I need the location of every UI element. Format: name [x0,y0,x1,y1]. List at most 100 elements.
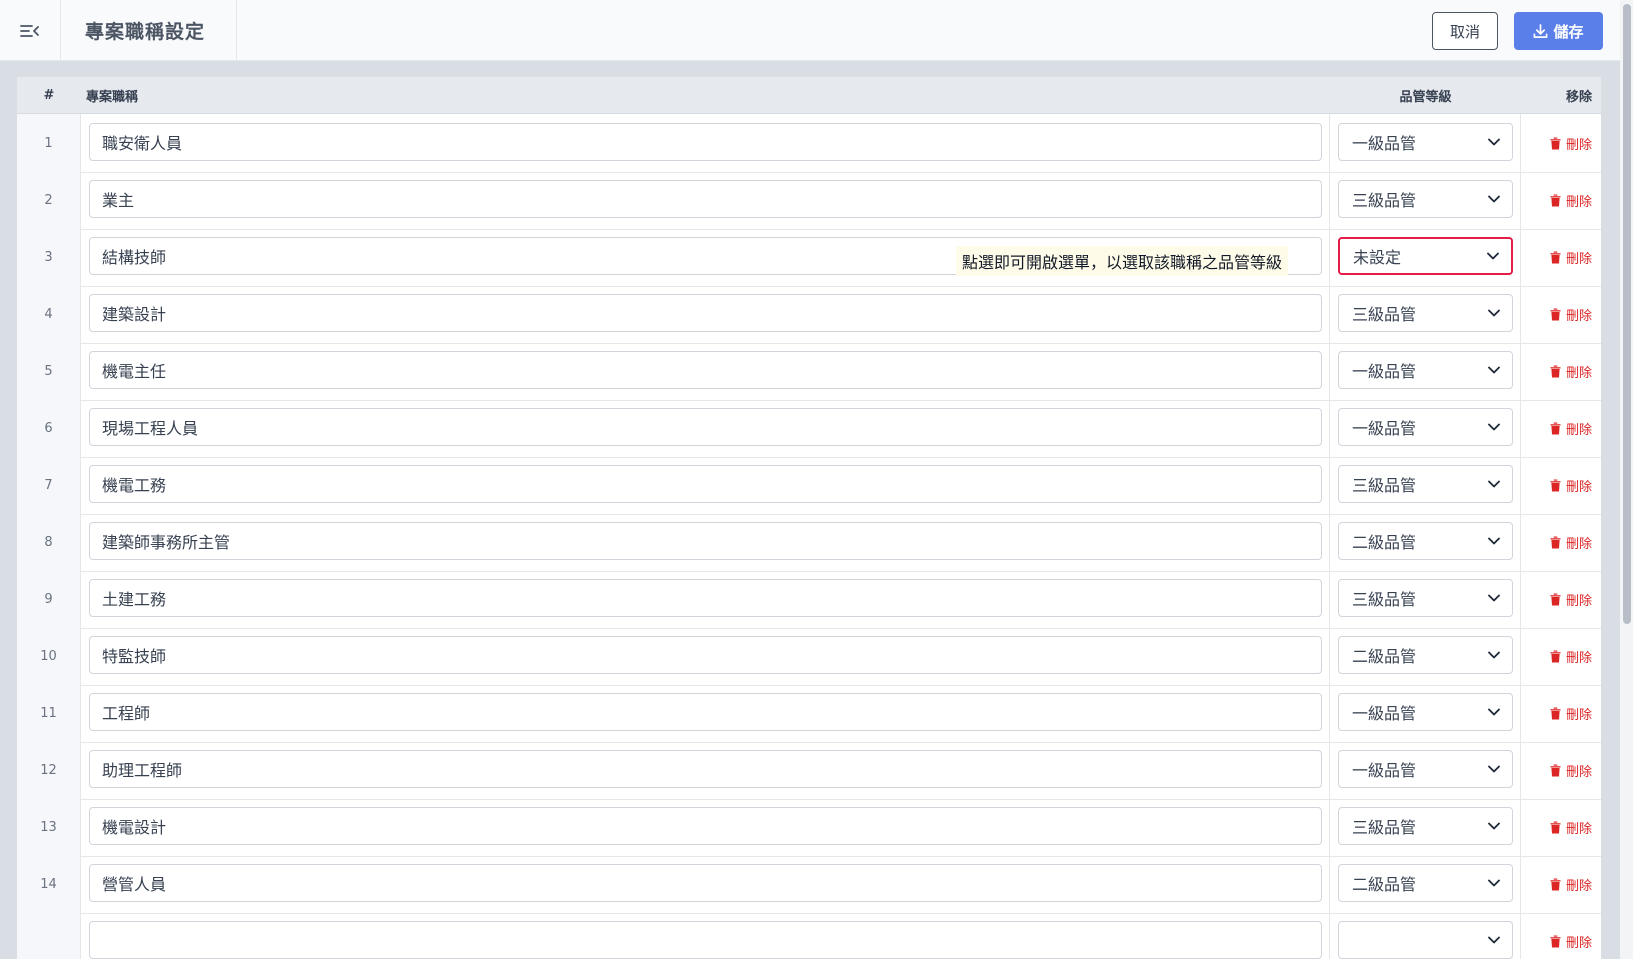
delete-button[interactable]: 刪除 [1521,741,1601,800]
top-bar: 專案職稱設定 取消 儲存 [0,0,1620,61]
table-row: 14 二級品管 刪除 [17,855,1601,914]
qc-level-select[interactable]: 二級品管 [1338,864,1513,902]
delete-label: 刪除 [1565,879,1592,894]
qc-level-value: 三級品管 [1352,818,1417,837]
job-title-input[interactable] [89,864,1322,902]
delete-label: 刪除 [1565,195,1592,210]
page-scrollbar[interactable] [1620,0,1633,959]
row-number: 7 [17,456,81,515]
job-title-input[interactable] [89,351,1322,389]
delete-button[interactable]: 刪除 [1521,627,1601,686]
delete-button[interactable]: 刪除 [1521,513,1601,572]
qc-level-value: 三級品管 [1352,476,1417,495]
delete-label: 刪除 [1565,366,1592,381]
level-cell [1330,912,1521,959]
chevron-down-icon [1487,252,1499,260]
qc-level-select[interactable]: 一級品管 [1338,351,1513,389]
delete-button[interactable]: 刪除 [1521,399,1601,458]
qc-level-select[interactable]: 二級品管 [1338,636,1513,674]
delete-button[interactable]: 刪除 [1521,912,1601,959]
delete-button[interactable]: 刪除 [1521,114,1601,173]
qc-level-select[interactable]: 二級品管 [1338,522,1513,560]
row-number: 6 [17,399,81,458]
row-number: 2 [17,171,81,230]
delete-button[interactable]: 刪除 [1521,456,1601,515]
job-title-input[interactable] [89,522,1322,560]
chevron-down-icon [1488,195,1500,203]
delete-label: 刪除 [1565,651,1592,666]
row-number: 5 [17,342,81,401]
job-title-input[interactable] [89,636,1322,674]
chevron-down-icon [1488,537,1500,545]
chevron-down-icon [1488,936,1500,944]
delete-button[interactable]: 刪除 [1521,228,1601,287]
job-title-input[interactable] [89,465,1322,503]
job-title-input[interactable] [89,579,1322,617]
delete-button[interactable]: 刪除 [1521,684,1601,743]
qc-level-select[interactable]: 一級品管 [1338,750,1513,788]
title-cell [81,570,1330,629]
job-title-input[interactable] [89,294,1322,332]
trash-icon [1550,821,1561,834]
table-row: 6 一級品管 刪除 [17,399,1601,458]
delete-button[interactable]: 刪除 [1521,285,1601,344]
delete-button[interactable]: 刪除 [1521,855,1601,914]
job-title-input[interactable] [89,807,1322,845]
delete-label: 刪除 [1565,765,1592,780]
qc-level-select[interactable]: 三級品管 [1338,579,1513,617]
save-button[interactable]: 儲存 [1514,12,1603,50]
trash-icon [1550,650,1561,663]
qc-level-value: 三級品管 [1352,191,1417,210]
delete-button[interactable]: 刪除 [1521,798,1601,857]
title-cell [81,741,1330,800]
delete-button[interactable]: 刪除 [1521,171,1601,230]
job-title-input[interactable] [89,750,1322,788]
delete-label: 刪除 [1565,537,1592,552]
qc-level-select[interactable] [1338,921,1513,959]
row-number: 14 [17,855,81,914]
delete-label: 刪除 [1565,138,1592,153]
qc-level-select[interactable]: 一級品管 [1338,693,1513,731]
row-number: 4 [17,285,81,344]
cancel-button[interactable]: 取消 [1432,12,1498,50]
job-title-input[interactable] [89,123,1322,161]
qc-level-select[interactable]: 一級品管 [1338,123,1513,161]
delete-label: 刪除 [1565,480,1592,495]
qc-level-select[interactable]: 未設定 [1338,237,1513,275]
table-row: 8 二級品管 刪除 [17,513,1601,572]
title-cell [81,114,1330,173]
delete-button[interactable]: 刪除 [1521,570,1601,629]
level-cell: 一級品管 [1330,342,1521,401]
sidebar-toggle-button[interactable] [0,0,61,61]
qc-level-value: 未設定 [1353,248,1402,267]
row-number: 11 [17,684,81,743]
row-number: 9 [17,570,81,629]
qc-level-select[interactable]: 三級品管 [1338,180,1513,218]
qc-level-select[interactable]: 三級品管 [1338,807,1513,845]
qc-level-value: 二級品管 [1352,647,1417,666]
qc-level-value: 三級品管 [1352,305,1417,324]
table-row: 7 三級品管 刪除 [17,456,1601,515]
trash-icon [1550,593,1561,606]
scrollbar-thumb[interactable] [1623,4,1631,624]
chevron-down-icon [1488,309,1500,317]
job-title-input[interactable] [89,921,1322,959]
chevron-down-icon [1488,822,1500,830]
table-row: 5 一級品管 刪除 [17,342,1601,401]
qc-level-value: 三級品管 [1352,590,1417,609]
table-row: 11 一級品管 刪除 [17,684,1601,743]
job-title-input[interactable] [89,180,1322,218]
qc-level-value: 一級品管 [1352,362,1417,381]
job-title-input[interactable] [89,693,1322,731]
chevron-down-icon [1488,879,1500,887]
qc-level-select[interactable]: 一級品管 [1338,408,1513,446]
qc-level-select[interactable]: 三級品管 [1338,294,1513,332]
qc-level-select[interactable]: 三級品管 [1338,465,1513,503]
delete-button[interactable]: 刪除 [1521,342,1601,401]
table-row: 刪除 [17,912,1601,959]
trash-icon [1550,707,1561,720]
job-title-input[interactable] [89,408,1322,446]
page-title-container: 專案職稱設定 [61,0,237,61]
qc-level-value: 一級品管 [1352,134,1417,153]
title-cell [81,684,1330,743]
